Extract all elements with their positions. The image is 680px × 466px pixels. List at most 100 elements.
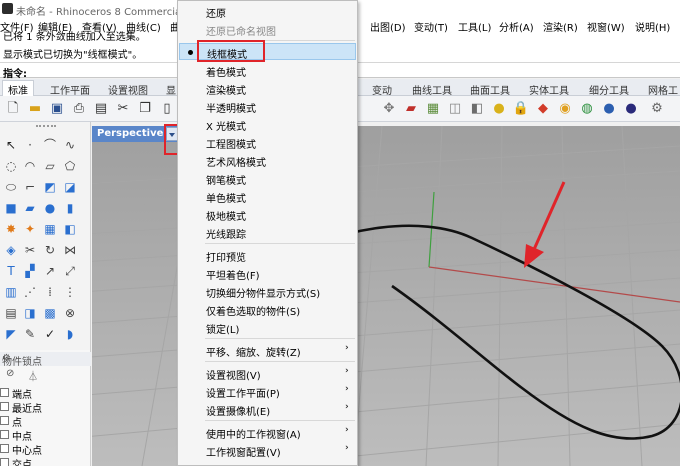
- menu-item-set-camera[interactable]: 设置摄像机(E) ›: [179, 401, 356, 418]
- menu-drafting[interactable]: 出图(D): [370, 19, 406, 34]
- offset-icon[interactable]: ⋰: [22, 284, 38, 300]
- cylinder-icon[interactable]: ▮: [62, 200, 78, 216]
- menu-item-shade-selected[interactable]: 仅着色选取的物件(S): [179, 301, 356, 318]
- select-arrow-icon[interactable]: ↖: [3, 137, 19, 153]
- menu-transform[interactable]: 变动(T): [414, 19, 448, 34]
- grid-array-icon[interactable]: ⁞: [42, 284, 58, 300]
- menu-render[interactable]: 渲染(R): [543, 19, 578, 34]
- osnap-intersection[interactable]: 交点: [0, 456, 91, 466]
- color-wheel-icon[interactable]: ◉: [556, 100, 574, 118]
- menu-item-lock[interactable]: 锁定(L): [179, 319, 356, 336]
- menu-tools[interactable]: 工具(L): [458, 19, 491, 34]
- osnap-near-checkbox[interactable]: [0, 402, 9, 411]
- render-icon[interactable]: ◍: [578, 100, 596, 118]
- menu-item-raytraced[interactable]: 光线跟踪: [179, 224, 356, 241]
- project-icon[interactable]: ▥: [3, 284, 19, 300]
- move-tool-icon[interactable]: ↗: [42, 263, 58, 279]
- menu-item-viewport-layout[interactable]: 工作视窗配置(V) ›: [179, 442, 356, 459]
- curve-icon[interactable]: ∿: [62, 137, 78, 153]
- layer-icon[interactable]: ◧: [468, 100, 486, 118]
- menu-item-ghosted[interactable]: 半透明模式: [179, 98, 356, 115]
- tab-cplanes[interactable]: 工作平面: [50, 82, 90, 97]
- circle-icon[interactable]: ◌: [3, 158, 19, 174]
- hide-icon[interactable]: ◗: [62, 326, 78, 342]
- block-icon[interactable]: ▩: [42, 305, 58, 321]
- check-icon[interactable]: ✓: [42, 326, 58, 342]
- tab-surface-tools[interactable]: 曲面工具: [470, 82, 510, 97]
- environment-icon[interactable]: ●: [622, 100, 640, 118]
- osnap-mid[interactable]: 中点: [0, 428, 91, 443]
- menu-item-pen[interactable]: 钢笔模式: [179, 170, 356, 187]
- menu-item-arctic[interactable]: 极地模式: [179, 206, 356, 223]
- lock-icon[interactable]: 🔒: [512, 100, 530, 118]
- tab-mesh-tools[interactable]: 网格工: [648, 82, 678, 97]
- check-objects-icon[interactable]: ✎: [22, 326, 38, 342]
- menu-item-artistic[interactable]: 艺术风格模式: [179, 152, 356, 169]
- osnap-point-checkbox[interactable]: [0, 416, 9, 425]
- menu-viewport[interactable]: 视窗(W): [587, 19, 625, 34]
- surface-icon[interactable]: ◩: [42, 179, 58, 195]
- tab-display[interactable]: 显: [166, 82, 176, 97]
- tab-transform[interactable]: 变动: [372, 82, 392, 97]
- join-icon[interactable]: ⋈: [62, 242, 78, 258]
- gear-icon[interactable]: ⚙: [2, 353, 11, 364]
- boolean-icon[interactable]: ✸: [3, 221, 19, 237]
- disable-osnap-icon[interactable]: ⊘: [6, 368, 14, 379]
- lock-tool-icon[interactable]: ⊗: [62, 305, 78, 321]
- box-icon[interactable]: ■: [3, 200, 19, 216]
- tab-solid-tools[interactable]: 实体工具: [529, 82, 569, 97]
- menu-help[interactable]: 说明(H): [635, 19, 670, 34]
- light-bulb-icon[interactable]: ●: [490, 100, 508, 118]
- open-folder-icon[interactable]: ▬: [26, 100, 44, 118]
- sphere-render-icon[interactable]: ●: [600, 100, 618, 118]
- menu-item-set-cplane[interactable]: 设置工作平面(P) ›: [179, 383, 356, 400]
- explode-icon[interactable]: ✦: [22, 221, 38, 237]
- rotate-icon[interactable]: ↻: [42, 242, 58, 258]
- point-icon[interactable]: ·: [22, 137, 38, 153]
- extrude-icon[interactable]: ▰: [22, 200, 38, 216]
- osnap-intersection-checkbox[interactable]: [0, 458, 9, 466]
- polygon-icon[interactable]: ⬠: [62, 158, 78, 174]
- toolbar-grip[interactable]: [36, 125, 56, 128]
- new-file-icon[interactable]: 🗋: [4, 100, 22, 118]
- arc-icon[interactable]: ◠: [22, 158, 38, 174]
- trim-icon[interactable]: ✂: [22, 242, 38, 258]
- cplane-icon[interactable]: ◫: [446, 100, 464, 118]
- car-icon[interactable]: ▰: [402, 100, 420, 118]
- scale-icon[interactable]: ⤢: [62, 263, 78, 279]
- osnap-point[interactable]: 点: [0, 414, 91, 429]
- analyze-icon[interactable]: ◤: [3, 326, 19, 342]
- paste-icon[interactable]: ▯: [158, 100, 176, 118]
- array-icon[interactable]: ▞: [22, 263, 38, 279]
- osnap-end[interactable]: 端点: [0, 386, 91, 401]
- print-icon[interactable]: ⎙: [70, 100, 88, 118]
- polyline-icon[interactable]: ⌒: [42, 137, 58, 153]
- sphere-icon[interactable]: ●: [42, 200, 58, 216]
- solid-icon[interactable]: ◧: [62, 221, 78, 237]
- menu-item-xray[interactable]: X 光模式: [179, 116, 356, 133]
- menu-item-toggle-subd-display[interactable]: 切换细分物件显示方式(S): [179, 283, 356, 300]
- menu-item-flat-shade[interactable]: 平坦着色(F): [179, 265, 356, 282]
- menu-item-restore[interactable]: 还原: [179, 3, 356, 20]
- menu-item-pan-zoom-rotate[interactable]: 平移、缩放、旋转(Z) ›: [179, 342, 356, 359]
- import-icon[interactable]: ▤: [92, 100, 110, 118]
- layout-icon[interactable]: ▤: [3, 305, 19, 321]
- menu-analyze[interactable]: 分析(A): [499, 19, 534, 34]
- material-icon[interactable]: ◆: [534, 100, 552, 118]
- distribute-icon[interactable]: ⋮: [62, 284, 78, 300]
- loft-icon[interactable]: ◪: [62, 179, 78, 195]
- copy-icon[interactable]: ❐: [136, 100, 154, 118]
- menu-item-active-viewport[interactable]: 使用中的工作视窗(A) ›: [179, 424, 356, 441]
- menu-item-monochrome[interactable]: 单色模式: [179, 188, 356, 205]
- osnap-center[interactable]: 中心点: [0, 442, 91, 457]
- menu-item-technical[interactable]: 工程图模式: [179, 134, 356, 151]
- osnap-mid-checkbox[interactable]: [0, 430, 9, 439]
- move-icon[interactable]: ✥: [380, 100, 398, 118]
- filter-icon[interactable]: ⏃: [28, 368, 38, 383]
- fillet-curve-icon[interactable]: ⌐: [22, 179, 38, 195]
- text-icon[interactable]: T: [3, 263, 19, 279]
- osnap-near[interactable]: 最近点: [0, 400, 91, 415]
- tab-subd-tools[interactable]: 细分工具: [589, 82, 629, 97]
- menu-item-shaded[interactable]: 着色模式: [179, 62, 356, 79]
- cut-icon[interactable]: ✂: [114, 100, 132, 118]
